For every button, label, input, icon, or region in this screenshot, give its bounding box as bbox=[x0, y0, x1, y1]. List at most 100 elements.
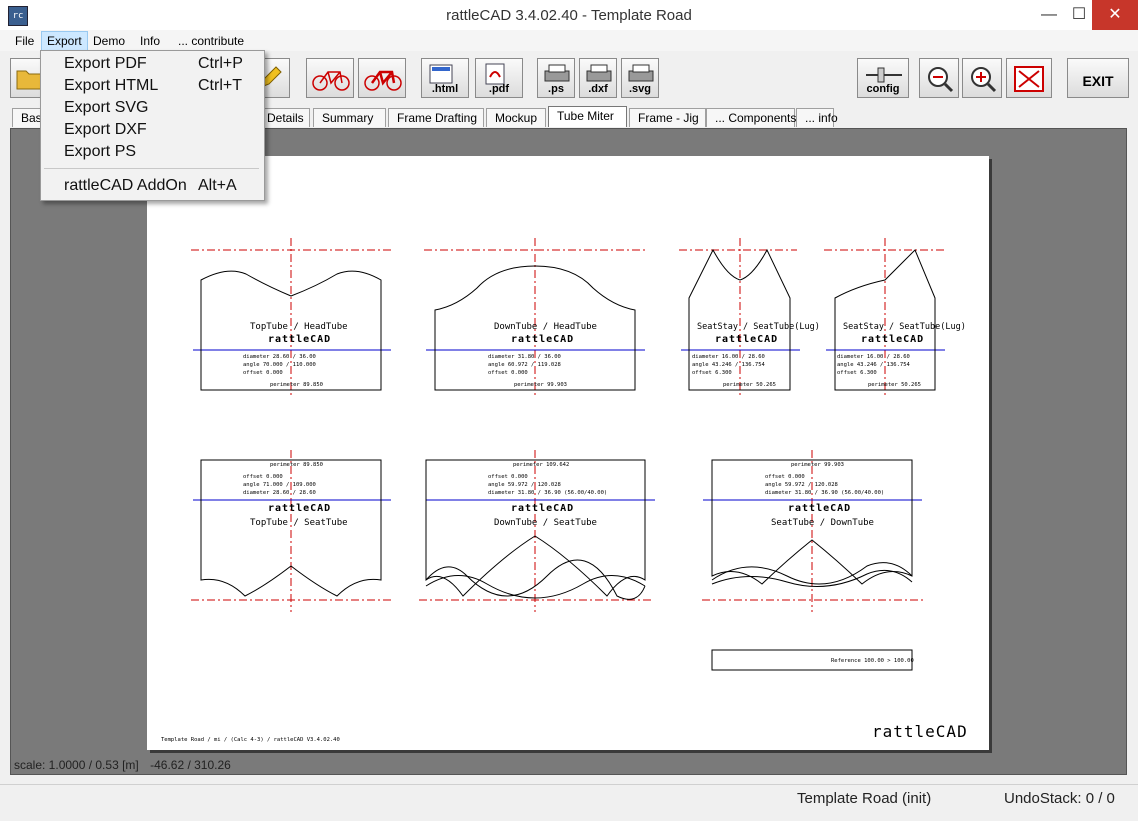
svg-label: .svg bbox=[628, 83, 651, 95]
panel-7-perimeter: perimeter 99.903 bbox=[791, 462, 844, 468]
panel-1-row-1: diameter 28.60 / 36.00 bbox=[243, 354, 316, 360]
panel-7-row-1: offset 0.000 bbox=[765, 474, 805, 480]
tab-mockup[interactable]: Mockup bbox=[486, 108, 546, 127]
tab-tube-miter[interactable]: Tube Miter bbox=[548, 106, 627, 127]
panel-3-perimeter: perimeter 50.265 bbox=[723, 382, 776, 388]
axis-lines bbox=[193, 349, 945, 501]
status-bar bbox=[0, 784, 1138, 821]
export-html-button[interactable]: .html bbox=[421, 58, 469, 98]
bike-red-button[interactable] bbox=[306, 58, 354, 98]
panel-5-row-3: diameter 28.60 / 28.60 bbox=[243, 490, 316, 496]
html-label: .html bbox=[431, 83, 459, 95]
panel-2-row-2: angle 60.972 / 119.028 bbox=[488, 362, 561, 368]
panel-5-row-1: offset 0.000 bbox=[243, 474, 283, 480]
panel-2-caption: DownTube / HeadTube bbox=[494, 322, 597, 332]
minimize-button[interactable]: — bbox=[1032, 0, 1066, 30]
cursor-coords: -46.62 / 310.26 bbox=[150, 758, 231, 772]
window-title: rattleCAD 3.4.02.40 - Template Road bbox=[446, 7, 692, 24]
dxf-label: .dxf bbox=[588, 83, 608, 95]
menu-bar bbox=[0, 30, 1138, 51]
shortcut-export-pdf: Ctrl+P bbox=[198, 55, 243, 72]
sheet-footer: Template Road / mi / (Calc 4-3) / rattle… bbox=[161, 737, 340, 743]
zoom-in-icon bbox=[971, 67, 997, 93]
close-window-button[interactable]: ✕ bbox=[1092, 0, 1138, 30]
scale-status: scale: 1.0000 / 0.53 [m] -46.62 / 310.26 bbox=[14, 758, 239, 772]
menu-item-export-svg[interactable]: Export SVG bbox=[64, 99, 148, 117]
exit-button[interactable]: EXIT bbox=[1067, 58, 1129, 98]
tab-frame-drafting[interactable]: Frame Drafting bbox=[388, 108, 484, 127]
fit-view-icon bbox=[1014, 66, 1044, 92]
panel-4-logo: rattleCAD bbox=[861, 334, 925, 345]
bicycle-frame-icon bbox=[364, 70, 402, 91]
panel-4-caption: SeatStay / SeatTube(Lug) bbox=[843, 322, 966, 332]
zoom-out-button[interactable] bbox=[919, 58, 959, 98]
shortcut-addon: Alt+A bbox=[198, 177, 237, 194]
panel-1-caption: TopTube / HeadTube bbox=[250, 322, 348, 332]
panel-3-row-3: offset 6.300 bbox=[692, 370, 732, 376]
template-status: Template Road (init) bbox=[797, 790, 932, 807]
bicycle-icon bbox=[312, 71, 350, 91]
sheet-logo: rattleCAD bbox=[872, 722, 968, 741]
menu-item-addon[interactable]: rattleCAD AddOn bbox=[64, 177, 187, 195]
panel-2-perimeter: perimeter 99.903 bbox=[514, 382, 567, 388]
panel-5-row-2: angle 71.000 / 109.000 bbox=[243, 482, 316, 488]
tab-summary[interactable]: Summary bbox=[313, 108, 386, 127]
shortcut-export-html: Ctrl+T bbox=[198, 77, 242, 94]
miter-templates bbox=[200, 248, 936, 671]
panel-5-logo: rattleCAD bbox=[268, 503, 332, 514]
export-pdf-button[interactable]: .pdf bbox=[475, 58, 523, 98]
panel-2-logo: rattleCAD bbox=[511, 334, 575, 345]
panel-6-logo: rattleCAD bbox=[511, 503, 575, 514]
undo-stack-status: UndoStack: 0 / 0 bbox=[1004, 790, 1115, 807]
menu-export[interactable]: Export bbox=[41, 31, 88, 51]
menu-item-export-dxf[interactable]: Export DXF bbox=[64, 121, 147, 139]
panel-6-row-1: offset 0.000 bbox=[488, 474, 528, 480]
menu-item-export-pdf[interactable]: Export PDF bbox=[64, 55, 147, 73]
menu-info[interactable]: Info bbox=[135, 32, 165, 50]
panel-1-logo: rattleCAD bbox=[268, 334, 332, 345]
tab-frame-jig[interactable]: Frame - Jig bbox=[629, 108, 706, 127]
pdf-label: .pdf bbox=[488, 83, 510, 95]
menu-item-export-html[interactable]: Export HTML bbox=[64, 77, 158, 95]
zoom-in-button[interactable] bbox=[962, 58, 1002, 98]
zoom-out-icon bbox=[928, 67, 954, 93]
printer-icon bbox=[544, 64, 570, 82]
html-file-icon bbox=[429, 64, 453, 84]
fit-view-button[interactable] bbox=[1006, 58, 1052, 98]
panel-7-logo: rattleCAD bbox=[788, 503, 852, 514]
tab-components[interactable]: ... Components bbox=[706, 108, 796, 127]
ps-label: .ps bbox=[548, 83, 564, 95]
panel-5-caption: TopTube / SeatTube bbox=[250, 518, 348, 528]
bike-frame-button[interactable] bbox=[358, 58, 406, 98]
panel-2-row-3: offset 0.000 bbox=[488, 370, 528, 376]
panel-2-row-1: diameter 31.80 / 36.00 bbox=[488, 354, 561, 360]
export-dxf-button[interactable]: .dxf bbox=[579, 58, 617, 98]
scale-text: scale: 1.0000 / 0.53 [m] bbox=[14, 758, 139, 772]
panel-6-caption: DownTube / SeatTube bbox=[494, 518, 597, 528]
exit-label: EXIT bbox=[1082, 73, 1114, 89]
panel-7-caption: SeatTube / DownTube bbox=[771, 518, 874, 528]
config-button[interactable]: config bbox=[857, 58, 909, 98]
tab-details[interactable]: Details bbox=[258, 108, 310, 127]
panel-6-row-2: angle 59.972 / 120.028 bbox=[488, 482, 561, 488]
panel-6-row-3: diameter 31.80 / 36.90 (56.00/40.00) bbox=[488, 490, 608, 496]
panel-7-row-3: diameter 31.80 / 36.90 (56.00/40.00) bbox=[765, 490, 885, 496]
export-ps-button[interactable]: .ps bbox=[537, 58, 575, 98]
menu-item-export-ps[interactable]: Export PS bbox=[64, 143, 136, 161]
maximize-button[interactable]: ☐ bbox=[1062, 0, 1096, 30]
config-icon bbox=[866, 67, 902, 83]
panel-4-row-2: angle 43.246 / 136.754 bbox=[837, 362, 910, 368]
export-svg-button[interactable]: .svg bbox=[621, 58, 659, 98]
panel-1-perimeter: perimeter 89.850 bbox=[270, 382, 323, 388]
menu-separator bbox=[44, 168, 259, 169]
drawing-sheet[interactable]: TopTube / HeadTube rattleCAD diameter 28… bbox=[147, 156, 989, 750]
menu-file[interactable]: File bbox=[10, 32, 39, 50]
tab-info[interactable]: ... info bbox=[796, 108, 838, 127]
menu-contribute[interactable]: ... contribute bbox=[173, 32, 249, 50]
printer-icon bbox=[628, 64, 654, 82]
pdf-file-icon bbox=[485, 63, 505, 85]
reference-label: Reference 100.00 > 100.00 bbox=[831, 658, 914, 664]
panel-4-row-1: diameter 16.00 / 28.60 bbox=[837, 354, 910, 360]
printer-icon bbox=[586, 64, 612, 82]
menu-demo[interactable]: Demo bbox=[88, 32, 130, 50]
